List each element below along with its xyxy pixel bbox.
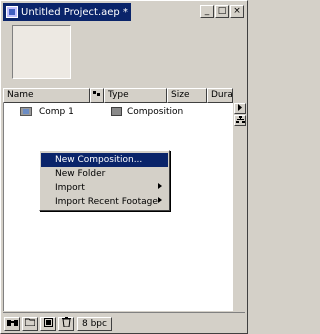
column-label-name: Name bbox=[7, 90, 34, 100]
footer-toolbar: 8 bpc bbox=[3, 315, 245, 332]
find-button[interactable] bbox=[4, 316, 20, 331]
trash-icon bbox=[61, 317, 71, 330]
close-icon: × bbox=[233, 6, 241, 16]
menu-item-import-recent-footage[interactable]: Import Recent Footage bbox=[41, 195, 168, 209]
column-header-type[interactable]: Type bbox=[104, 88, 167, 103]
item-name: Comp 1 bbox=[39, 106, 74, 117]
menu-item-new-composition[interactable]: New Composition... bbox=[41, 153, 168, 167]
delete-button[interactable] bbox=[58, 316, 74, 331]
minimize-button[interactable]: _ bbox=[200, 5, 214, 18]
folder-icon bbox=[24, 318, 36, 329]
item-type: Composition bbox=[127, 106, 184, 117]
close-button[interactable]: × bbox=[230, 5, 244, 18]
preview-area bbox=[3, 22, 245, 88]
column-header-duration[interactable]: Dura bbox=[207, 88, 233, 103]
minimize-icon: _ bbox=[204, 6, 210, 16]
column-header-row: Name Type Size Dura bbox=[3, 88, 233, 103]
column-label-duration: Dura bbox=[211, 90, 233, 100]
label-swatch-wrap bbox=[111, 107, 125, 116]
project-icon bbox=[6, 6, 18, 18]
context-menu: New Composition... New Folder Import Imp… bbox=[39, 150, 170, 211]
composition-icon-wrap bbox=[20, 107, 36, 116]
column-header-name[interactable]: Name bbox=[3, 88, 90, 103]
column-label-type: Type bbox=[108, 90, 129, 100]
list-item[interactable]: Comp 1 Composition bbox=[4, 105, 234, 118]
menu-item-import[interactable]: Import bbox=[41, 181, 168, 195]
side-button-column bbox=[233, 103, 247, 311]
panel-menu-button[interactable] bbox=[234, 103, 246, 114]
menu-item-new-folder[interactable]: New Folder bbox=[41, 167, 168, 181]
submenu-arrow-icon bbox=[158, 181, 162, 195]
composition-button-icon bbox=[43, 317, 53, 330]
flowchart-button[interactable] bbox=[234, 115, 246, 126]
binoculars-icon bbox=[6, 318, 18, 329]
maximize-button[interactable]: □ bbox=[215, 5, 229, 18]
column-header-size[interactable]: Size bbox=[167, 88, 207, 103]
label-color-swatch[interactable] bbox=[111, 107, 122, 116]
menu-item-label: Import bbox=[55, 183, 85, 193]
maximize-icon: □ bbox=[217, 6, 227, 16]
thumbnail-preview bbox=[12, 25, 71, 79]
bpc-button[interactable]: 8 bpc bbox=[77, 316, 112, 331]
title-bar[interactable]: Untitled Project.aep * _ □ × bbox=[3, 3, 245, 21]
menu-item-label: New Composition... bbox=[55, 155, 143, 165]
flowchart-icon bbox=[235, 115, 245, 126]
project-window: Untitled Project.aep * _ □ × Name Type S… bbox=[0, 0, 248, 334]
window-title: Untitled Project.aep * bbox=[21, 6, 128, 18]
submenu-arrow-icon bbox=[158, 195, 162, 209]
menu-item-label: New Folder bbox=[55, 169, 106, 179]
composition-icon bbox=[20, 107, 32, 116]
label-tag-icon bbox=[92, 91, 101, 101]
new-composition-button[interactable] bbox=[40, 316, 56, 331]
menu-item-label: Import Recent Footage bbox=[55, 197, 158, 207]
label-column-header[interactable] bbox=[90, 88, 104, 103]
new-folder-button[interactable] bbox=[22, 316, 38, 331]
title-active-region[interactable]: Untitled Project.aep * bbox=[3, 3, 131, 21]
triangle-right-icon bbox=[237, 104, 243, 113]
column-label-size: Size bbox=[171, 90, 190, 100]
footer-divider bbox=[3, 312, 245, 313]
